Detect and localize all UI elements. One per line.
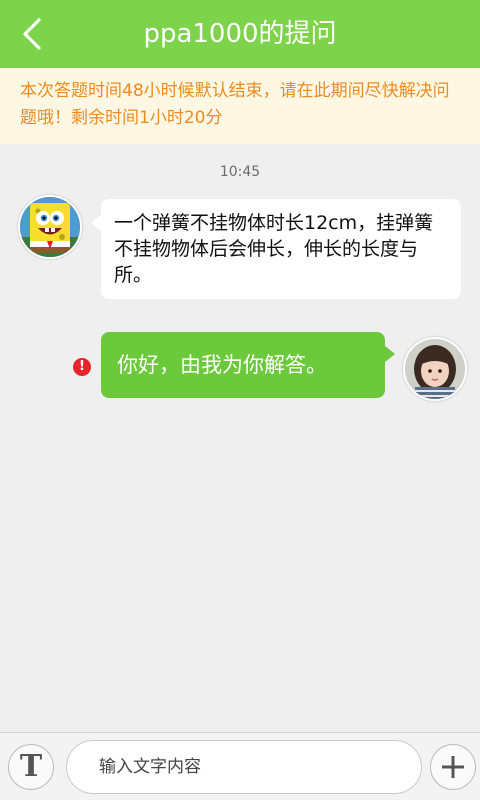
incoming-message-bubble[interactable]: 一个弹簧不挂物体时长12cm，挂弹簧不挂物物体后会伸长，伸长的长度与所。 [91, 199, 461, 299]
page-title: ppa1000的提问 [143, 19, 337, 49]
chat-area[interactable]: 10:45 一个弹簧不挂物体时长12cm，挂弹簧不挂物物体后会伸长，伸长的长度与… [0, 144, 480, 732]
text-format-button[interactable]: T [8, 744, 54, 790]
girl-avatar[interactable] [403, 337, 467, 401]
outgoing-message-text: 你好，由我为你解答。 [117, 353, 327, 377]
incoming-message-text: 一个弹簧不挂物体时长12cm，挂弹簧不挂物物体后会伸长，伸长的长度与所。 [114, 212, 434, 286]
message-input[interactable] [66, 740, 422, 794]
outgoing-message-bubble[interactable]: 你好，由我为你解答。 [101, 332, 395, 398]
add-button[interactable] [430, 744, 476, 790]
message-timestamp: 10:45 [219, 164, 261, 180]
input-toolbar: T [0, 732, 480, 800]
plus-icon [442, 756, 464, 778]
top-bar: ppa1000的提问 [0, 0, 480, 68]
send-failed-symbol: ! [79, 359, 85, 374]
send-failed-icon[interactable]: ! [73, 358, 91, 376]
spongebob-avatar-image [20, 197, 80, 257]
girl-avatar-image [405, 339, 465, 399]
text-format-icon: T [19, 749, 43, 784]
time-limit-notice: 本次答题时间48小时候默认结束，请在此期间尽快解决问题哦！剩余时间1小时20分 [0, 68, 480, 144]
spongebob-avatar[interactable] [18, 195, 82, 259]
